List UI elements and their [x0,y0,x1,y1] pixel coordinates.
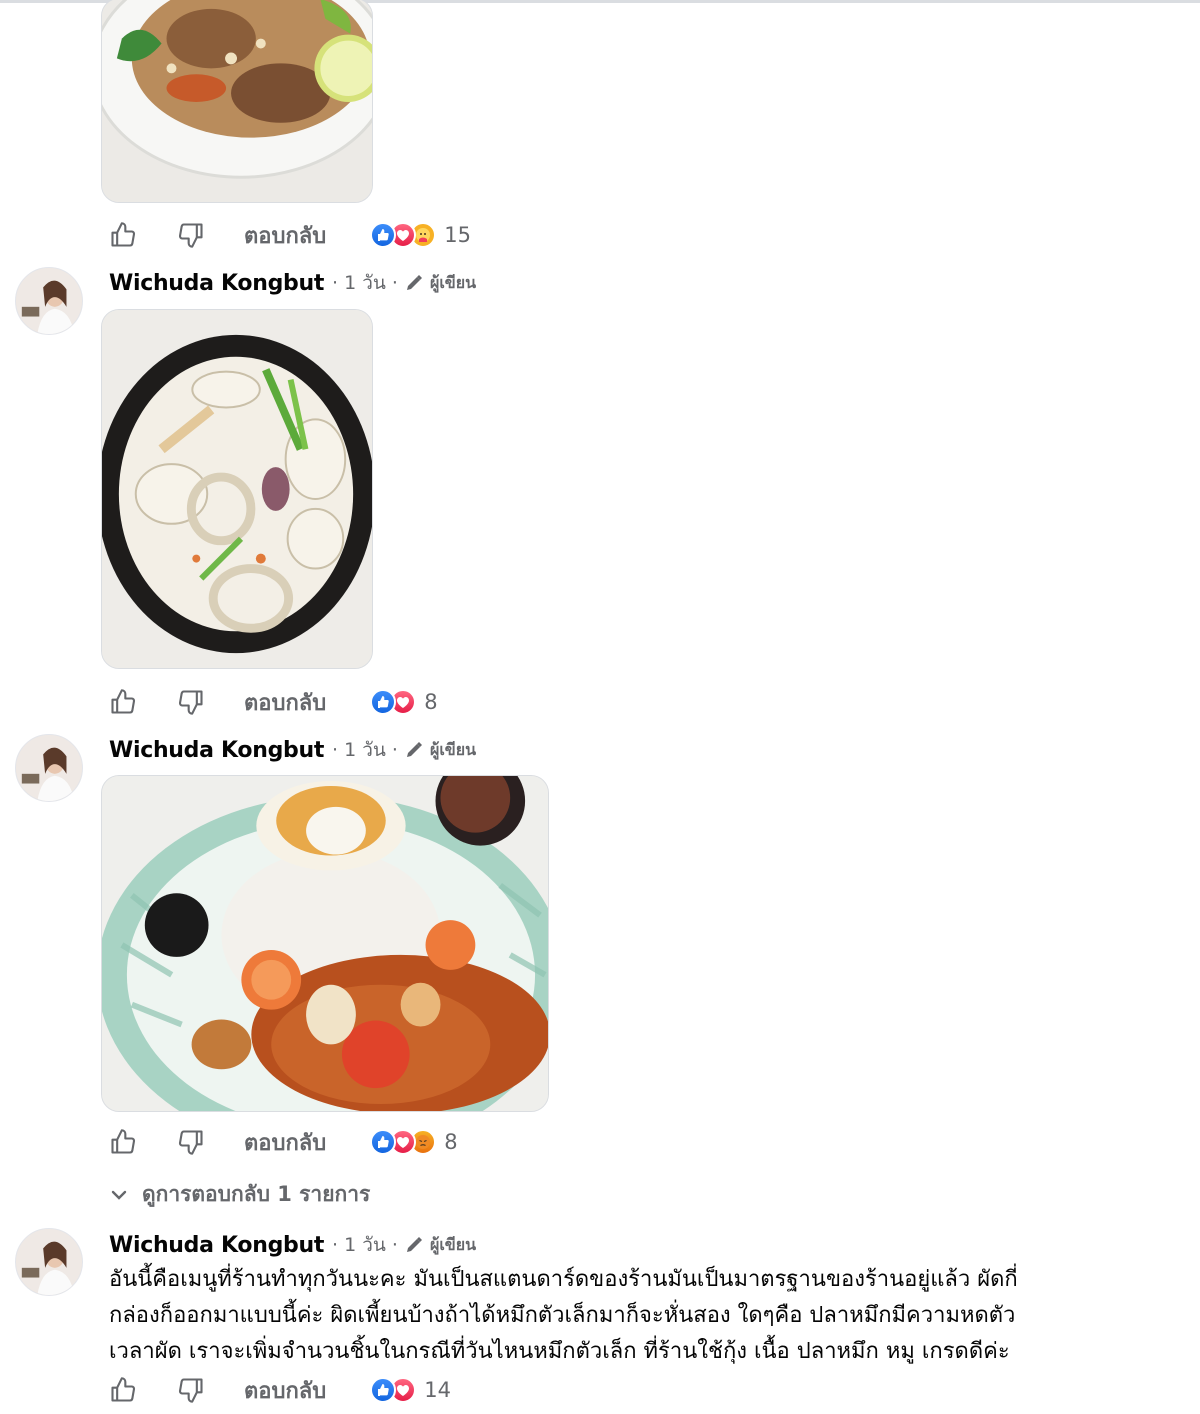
timestamp[interactable]: 1 วัน [344,268,386,298]
like-reaction-icon [370,1129,397,1155]
chevron-down-icon [110,1186,128,1204]
avatar[interactable] [15,734,83,802]
avatar[interactable] [15,267,83,335]
like-reaction-icon [370,1377,397,1403]
author-name[interactable]: Wichuda Kongbut [109,1233,324,1258]
reaction-count: 14 [424,1378,451,1402]
reaction-count: 15 [444,223,471,247]
comment-actions: ตอบกลับ 15 [108,218,471,252]
separator-dot: · [332,739,339,761]
comment-photo[interactable] [101,0,373,203]
reaction-summary[interactable]: 14 [370,1377,451,1403]
thumbs-up-icon[interactable] [108,687,138,717]
reply-button[interactable]: ตอบกลับ [244,685,326,720]
separator-dot: · [391,272,398,294]
comment-header: Wichuda Kongbut · 1 วัน · ผู้เขียน [109,268,476,298]
avatar[interactable] [15,1228,83,1296]
reaction-count: 8 [444,1130,458,1154]
thumbs-down-icon[interactable] [176,687,206,717]
comment-header: Wichuda Kongbut · 1 วัน · ผู้เขียน [109,735,476,765]
thumbs-up-icon[interactable] [108,220,138,250]
author-name[interactable]: Wichuda Kongbut [109,271,324,296]
reaction-summary[interactable]: 8 [370,689,438,715]
reaction-count: 8 [424,690,438,714]
comment-photo[interactable] [101,775,549,1112]
thumbs-down-icon[interactable] [176,1375,206,1405]
pencil-icon [404,273,424,293]
reaction-summary[interactable]: 15 [370,222,471,248]
comment-actions: ตอบกลับ 8 [108,1125,458,1159]
like-reaction-icon [370,689,397,715]
separator-dot: · [332,1234,339,1256]
author-badge: ผู้เขียน [429,1234,477,1254]
comment-meta: · 1 วัน · ผู้เขียน [332,1230,476,1260]
reply-button[interactable]: ตอบกลับ [244,1373,326,1408]
separator-dot: · [391,739,398,761]
author-badge: ผู้เขียน [429,272,477,292]
timestamp[interactable]: 1 วัน [344,735,386,765]
comment-text-line: กล่องก็ออกมาแบบนี้ค่ะ ผิดเพี้ยนบ้างถ้าได… [109,1303,1016,1328]
thumbs-down-icon[interactable] [176,1127,206,1157]
separator-dot: · [391,1234,398,1256]
comment-header: Wichuda Kongbut · 1 วัน · ผู้เขียน [109,1230,476,1260]
comment-actions: ตอบกลับ 8 [108,685,438,719]
separator-dot: · [332,272,339,294]
like-reaction-icon [370,222,397,248]
comment-meta: · 1 วัน · ผู้เขียน [332,735,476,765]
comment-text-line: อันนี้คือเมนูที่ร้านทำทุกวันนะคะ มันเป็น… [109,1267,1018,1292]
comment-text-line: เวลาผัด เราจะเพิ่มจำนวนชิ้นในกรณีที่วันไ… [109,1339,1010,1364]
thumbs-up-icon[interactable] [108,1127,138,1157]
comment-photo[interactable] [101,309,373,669]
view-replies-label: ดูการตอบกลับ 1 รายการ [142,1182,371,1206]
view-replies-link[interactable]: ดูการตอบกลับ 1 รายการ [110,1178,370,1211]
pencil-icon [404,1235,424,1255]
reply-button[interactable]: ตอบกลับ [244,1125,326,1160]
thumbs-down-icon[interactable] [176,220,206,250]
author-badge: ผู้เขียน [429,739,477,759]
timestamp[interactable]: 1 วัน [344,1230,386,1260]
comment-meta: · 1 วัน · ผู้เขียน [332,268,476,298]
reply-button[interactable]: ตอบกลับ [244,218,326,253]
reaction-summary[interactable]: 8 [370,1129,458,1155]
comment-actions: ตอบกลับ 14 [108,1373,451,1407]
author-name[interactable]: Wichuda Kongbut [109,738,324,763]
thumbs-up-icon[interactable] [108,1375,138,1405]
pencil-icon [404,740,424,760]
comment-body: อันนี้คือเมนูที่ร้านทำทุกวันนะคะ มันเป็น… [109,1262,1169,1370]
